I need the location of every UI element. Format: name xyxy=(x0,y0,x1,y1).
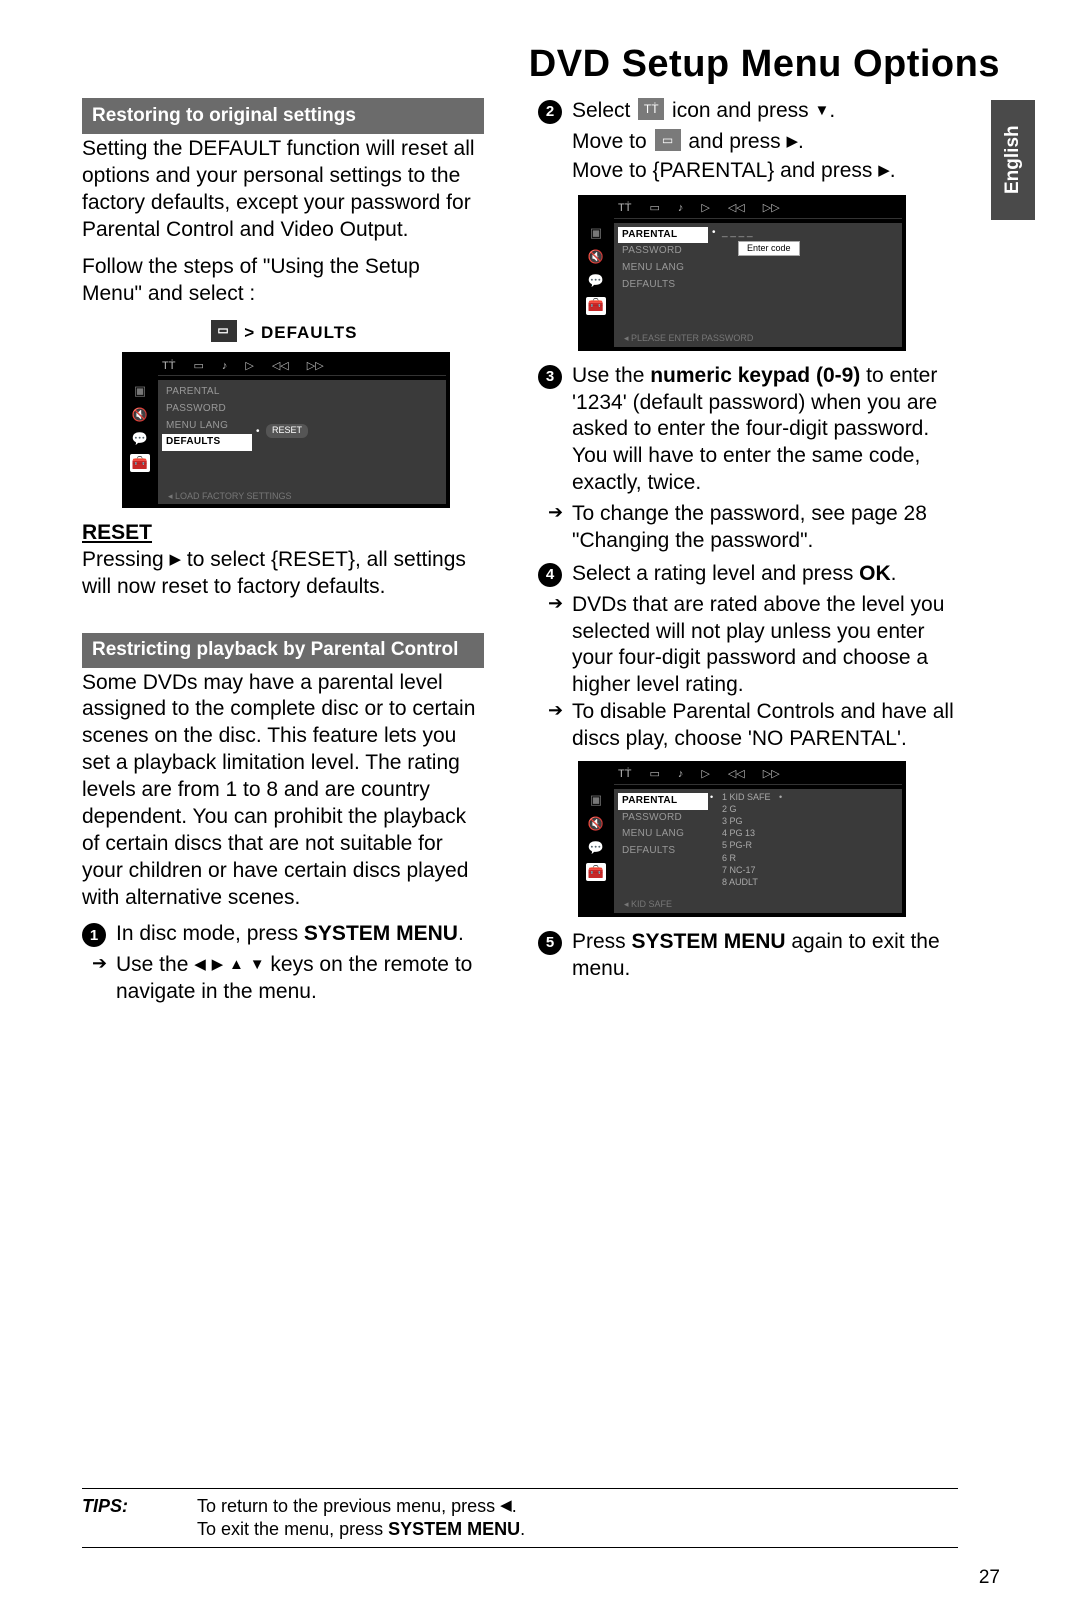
restoring-paragraph-2: Follow the steps of "Using the Setup Men… xyxy=(82,254,484,308)
osd-menu-item-highlighted: DEFAULTS xyxy=(162,434,252,451)
step-3-sub: To change the password, see page 28 "Cha… xyxy=(538,501,958,555)
osd-rating: 1 KID SAFE • xyxy=(722,791,898,803)
osd-rating: 4 PG 13 xyxy=(722,827,898,839)
right-column: 2 Select icon and press . Move to and pr… xyxy=(538,98,958,987)
right-triangle-icon xyxy=(212,955,224,974)
sidebar-icon: 🔇 xyxy=(130,406,150,424)
osd-screenshot-defaults: TṪ ▭ ♪ ▷ ◁◁ ▷▷ ▣ 🔇 💬 🧰 PARENTAL PASSWORD… xyxy=(122,352,450,508)
osd-reset-pill: RESET xyxy=(266,424,308,438)
osd-screenshot-ratings: TṪ▭♪▷◁◁▷▷ ▣🔇💬🧰 PARENTAL PASSWORD MENU LA… xyxy=(578,761,906,917)
step-1-sub: Use the keys on the remote to navigate i… xyxy=(82,952,484,1006)
osd-rating: 3 PG xyxy=(722,815,898,827)
reset-paragraph: Pressing to select {RESET}, all settings… xyxy=(82,547,484,601)
osd-menu-item-highlighted: PARENTAL xyxy=(618,227,708,244)
left-triangle-icon xyxy=(500,1496,512,1515)
step-4-sub2: To disable Parental Controls and have al… xyxy=(538,699,958,753)
step-4: 4 Select a rating level and press OK. xyxy=(538,561,958,588)
osd-icon: ◁◁ xyxy=(272,359,289,373)
osd-menu-item-highlighted: PARENTAL xyxy=(618,793,708,810)
osd-rating: 7 NC-17 xyxy=(722,864,898,876)
step-bullet-4: 4 xyxy=(538,563,562,587)
step-bullet-3: 3 xyxy=(538,365,562,389)
tips-text: To return to the previous menu, press . … xyxy=(197,1495,937,1541)
osd-icon: ▭ xyxy=(193,359,203,373)
parental-paragraph: Some DVDs may have a parental level assi… xyxy=(82,670,484,912)
osd-sidebar: ▣ 🔇 💬 🧰 xyxy=(122,380,158,508)
step-4-sub1: DVDs that are rated above the level you … xyxy=(538,592,958,700)
sidebar-icon: 💬 xyxy=(130,430,150,448)
restoring-paragraph-1: Setting the DEFAULT function will reset … xyxy=(82,136,484,244)
step-3: 3 Use the numeric keypad (0-9) to enter … xyxy=(538,363,958,497)
right-triangle-icon xyxy=(170,550,182,569)
osd-topbar: TṪ▭♪▷◁◁▷▷ xyxy=(614,199,902,219)
tips-label: TIPS: xyxy=(82,1495,192,1518)
left-triangle-icon xyxy=(194,955,206,974)
step-5: 5 Press SYSTEM MENU again to exit the me… xyxy=(538,929,958,983)
system-icon xyxy=(655,129,681,151)
tips-bar: TIPS: To return to the previous menu, pr… xyxy=(82,1488,958,1548)
osd-menu-item: PARENTAL xyxy=(164,384,252,401)
down-triangle-icon xyxy=(814,101,829,120)
down-triangle-icon xyxy=(250,955,265,974)
section-heading-parental: Restricting playback by Parental Control xyxy=(82,633,484,668)
osd-menu: PARENTAL PASSWORD MENU LANG DEFAULTS xyxy=(158,380,252,504)
osd-topbar: TṪ ▭ ♪ ▷ ◁◁ ▷▷ xyxy=(158,356,446,376)
osd-footer: ◂ KID SAFE xyxy=(624,899,672,911)
osd-rating: 5 PG-R xyxy=(722,839,898,851)
defaults-prefix: > xyxy=(244,323,261,342)
step-bullet-2: 2 xyxy=(538,100,562,124)
sidebar-icon-selected: 🧰 xyxy=(130,454,150,472)
tt-icon xyxy=(638,98,664,120)
osd-menu-item: MENU LANG xyxy=(164,418,252,435)
right-triangle-icon xyxy=(786,132,798,151)
osd-topbar: TṪ▭♪▷◁◁▷▷ xyxy=(614,765,902,785)
reset-heading: RESET xyxy=(82,520,484,547)
osd-icon: ▷▷ xyxy=(307,359,324,373)
defaults-breadcrumb: > DEFAULTS xyxy=(82,322,484,345)
osd-icon: ▷ xyxy=(245,359,253,373)
system-icon xyxy=(211,320,237,342)
step-bullet-5: 5 xyxy=(538,931,562,955)
osd-rating: 6 R xyxy=(722,852,898,864)
osd-screenshot-entercode: TṪ▭♪▷◁◁▷▷ ▣🔇💬🧰 PARENTAL PASSWORD MENU LA… xyxy=(578,195,906,351)
step-2: 2 Select icon and press . xyxy=(538,98,958,125)
osd-icon: ♪ xyxy=(222,359,228,373)
page-number: 27 xyxy=(979,1566,1000,1590)
osd-rating: 2 G xyxy=(722,803,898,815)
osd-entercode-label: Enter code xyxy=(738,241,800,257)
osd-menu-item: PASSWORD xyxy=(164,401,252,418)
section-heading-restoring: Restoring to original settings xyxy=(82,98,484,134)
step-1: 1 In disc mode, press SYSTEM MENU. xyxy=(82,921,484,948)
defaults-label: DEFAULTS xyxy=(261,323,357,342)
language-tab: English xyxy=(991,100,1035,220)
step-2-line3: Move to {PARENTAL} and press . xyxy=(538,158,958,185)
osd-footer: ◂ LOAD FACTORY SETTINGS xyxy=(168,491,292,503)
osd-icon: TṪ xyxy=(162,359,175,373)
up-triangle-icon xyxy=(229,955,244,974)
osd-footer: ◂ PLEASE ENTER PASSWORD xyxy=(624,333,753,345)
step-2-line2: Move to and press . xyxy=(538,129,958,156)
page-title: DVD Setup Menu Options xyxy=(529,40,1000,89)
osd-rating: 8 AUDLT xyxy=(722,876,898,888)
left-column: Restoring to original settings Setting t… xyxy=(82,98,484,1006)
right-triangle-icon xyxy=(878,161,890,180)
sidebar-icon: ▣ xyxy=(130,382,150,400)
step-bullet-1: 1 xyxy=(82,923,106,947)
